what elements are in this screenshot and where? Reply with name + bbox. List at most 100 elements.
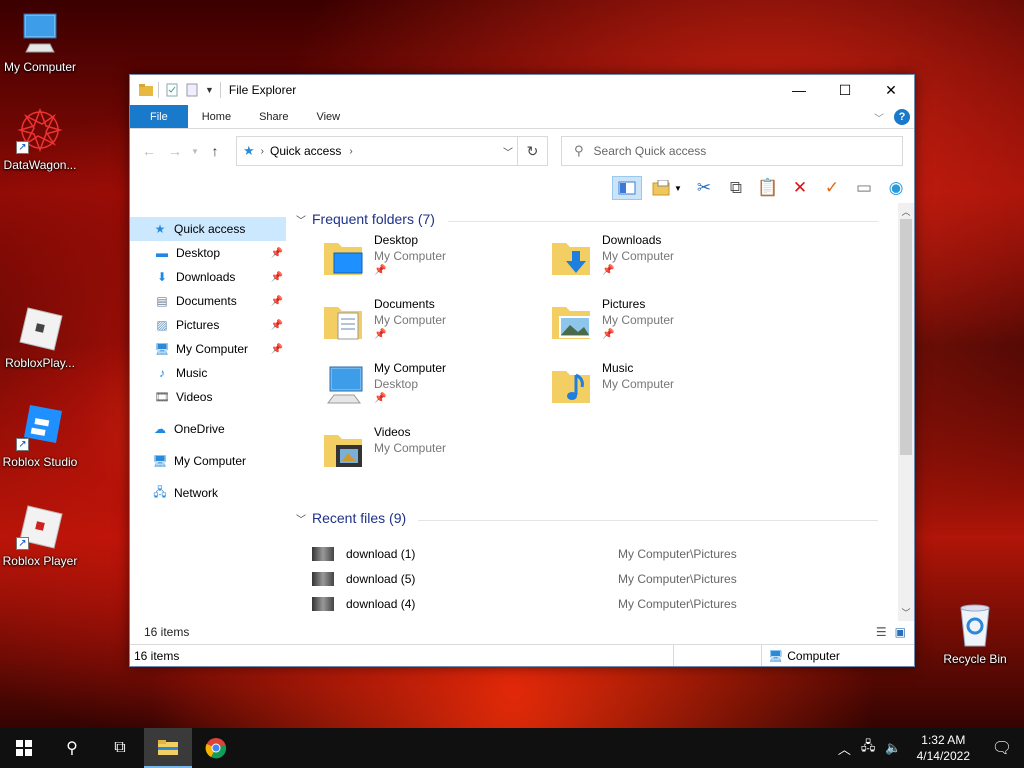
nav-label: Downloads bbox=[176, 270, 236, 284]
folder-tile-desktop[interactable]: Desktop My Computer 📌 bbox=[322, 233, 542, 293]
check-icon[interactable]: ✓ bbox=[820, 176, 844, 200]
cut-icon[interactable]: ✂ bbox=[692, 176, 716, 200]
search-icon: ⚲ bbox=[66, 740, 78, 757]
tab-file[interactable]: File bbox=[130, 105, 188, 128]
desktop-icon-datawagon[interactable]: ↗ DataWagon... bbox=[0, 106, 80, 172]
globe-icon[interactable]: ◉ bbox=[884, 176, 908, 200]
folder-location: My Computer bbox=[374, 249, 447, 263]
close-button[interactable]: ✕ bbox=[868, 75, 914, 105]
maximize-button[interactable]: ☐ bbox=[822, 75, 868, 105]
large-icons-view-icon[interactable]: ▣ bbox=[895, 625, 906, 639]
address-bar[interactable]: ★ › Quick access › ﹀ ↻ bbox=[236, 136, 548, 166]
preview-pane-button[interactable] bbox=[612, 176, 642, 200]
network-icon[interactable]: 🖧 bbox=[856, 737, 881, 759]
desktop-icon-label: RobloxPlay... bbox=[5, 356, 75, 370]
properties-icon[interactable] bbox=[165, 83, 179, 97]
quick-access-toolbar: ▼ bbox=[130, 82, 221, 98]
folder-tile-downloads[interactable]: Downloads My Computer 📌 bbox=[550, 233, 770, 293]
folder-tile-pictures[interactable]: Pictures My Computer 📌 bbox=[550, 297, 770, 357]
recent-files-header[interactable]: ﹀ Recent files (9) bbox=[296, 510, 406, 526]
nav-quick-access[interactable]: ★ Quick access bbox=[130, 217, 286, 241]
nav-videos[interactable]: 🎞 Videos bbox=[130, 385, 287, 409]
nav-pictures[interactable]: ▨ Pictures 📌 bbox=[130, 313, 287, 337]
tab-view[interactable]: View bbox=[302, 105, 354, 128]
collapse-chevron-icon: ﹀ bbox=[296, 514, 306, 526]
nav-label: Documents bbox=[176, 294, 237, 308]
nav-documents[interactable]: ▤ Documents 📌 bbox=[130, 289, 287, 313]
pin-icon: 📌 bbox=[374, 393, 387, 404]
datawagon-icon: ↗ bbox=[16, 106, 64, 154]
rename-icon[interactable]: ▭ bbox=[852, 176, 876, 200]
search-button[interactable]: ⚲ bbox=[48, 728, 96, 768]
vertical-scrollbar[interactable]: ︿ ﹀ bbox=[898, 203, 914, 621]
documents-icon: ▤ bbox=[156, 294, 168, 308]
computer-icon: 🖥 bbox=[768, 648, 784, 663]
nav-my-computer[interactable]: 🖥 My Computer bbox=[130, 449, 287, 473]
section-title: Frequent folders (7) bbox=[312, 211, 435, 227]
explorer-body: ★ Quick access ▬ Desktop 📌 ⬇ Downloads 📌… bbox=[130, 203, 914, 641]
folder-tile-my-computer[interactable]: My Computer Desktop 📌 bbox=[322, 361, 542, 421]
nav-downloads[interactable]: ⬇ Downloads 📌 bbox=[130, 265, 287, 289]
start-button[interactable] bbox=[0, 728, 48, 768]
search-box[interactable]: ⚲ Search Quick access bbox=[561, 136, 903, 166]
nav-my-computer-pinned[interactable]: 🖥 My Computer 📌 bbox=[130, 337, 287, 361]
search-input[interactable]: Search Quick access bbox=[594, 144, 707, 158]
nav-network[interactable]: 🖧 Network bbox=[130, 481, 287, 505]
details-view-icon[interactable]: ☰ bbox=[876, 625, 887, 639]
nav-music[interactable]: ♪ Music bbox=[130, 361, 287, 385]
clock[interactable]: 1:32 AM 4/14/2022 bbox=[907, 732, 980, 764]
desktop-icon-roblox-player[interactable]: ↗ Roblox Player bbox=[0, 502, 80, 568]
file-explorer-window: ▼ File Explorer — ☐ ✕ File Home Share Vi… bbox=[129, 74, 915, 667]
forward-button[interactable]: → bbox=[162, 143, 188, 159]
desktop-icon-robloxplayer[interactable]: RobloxPlay... bbox=[0, 304, 80, 370]
scroll-down-icon[interactable]: ﹀ bbox=[898, 606, 914, 619]
folder-name: Desktop bbox=[374, 233, 419, 247]
collapse-chevron-icon: ﹀ bbox=[296, 215, 306, 227]
chevron-right-icon[interactable]: › bbox=[349, 146, 352, 157]
delete-icon[interactable]: ✕ bbox=[788, 176, 812, 200]
back-button[interactable]: ← bbox=[136, 143, 162, 159]
title-bar[interactable]: ▼ File Explorer — ☐ ✕ bbox=[130, 75, 914, 105]
desktop-icon-label: Recycle Bin bbox=[943, 652, 1007, 666]
network-icon: 🖧 bbox=[153, 484, 167, 499]
scroll-up-icon[interactable]: ︿ bbox=[898, 205, 914, 218]
task-view-button[interactable]: ⧉ bbox=[96, 728, 144, 768]
help-icon[interactable]: ? bbox=[894, 109, 910, 125]
computer-icon bbox=[16, 8, 64, 56]
copy-icon[interactable]: ⧉ bbox=[724, 176, 748, 200]
nav-onedrive[interactable]: ☁ OneDrive bbox=[130, 417, 287, 441]
notifications-icon[interactable]: 🗨 bbox=[980, 738, 1024, 758]
new-folder-button[interactable]: ▼ bbox=[650, 176, 684, 200]
desktop-icon-recycle-bin[interactable]: Recycle Bin bbox=[935, 600, 1015, 666]
folder-location: My Computer bbox=[374, 441, 447, 455]
frequent-folders-header[interactable]: ﹀ Frequent folders (7) bbox=[296, 211, 435, 227]
recent-file-row[interactable]: download (1) My Computer\Pictures bbox=[312, 543, 752, 565]
new-folder-icon[interactable] bbox=[185, 83, 199, 97]
folder-tile-videos[interactable]: Videos My Computer bbox=[322, 425, 542, 485]
breadcrumb[interactable]: Quick access bbox=[270, 144, 341, 158]
customize-qat-icon[interactable]: ▼ bbox=[205, 85, 214, 95]
recent-locations-button[interactable]: ▼ bbox=[188, 147, 202, 156]
volume-icon[interactable]: 🔈 bbox=[880, 740, 906, 756]
desktop-icon-my-computer[interactable]: My Computer bbox=[0, 8, 80, 74]
folder-tile-music[interactable]: Music My Computer bbox=[550, 361, 770, 421]
divider bbox=[130, 409, 287, 417]
paste-icon[interactable]: 📋 bbox=[756, 176, 780, 200]
up-button[interactable]: ↑ bbox=[202, 143, 228, 159]
scrollbar-thumb[interactable] bbox=[900, 219, 912, 455]
chevron-right-icon: › bbox=[260, 145, 264, 157]
show-hidden-icons-icon[interactable]: ︿ bbox=[833, 739, 856, 758]
desktop-icon-roblox-studio[interactable]: ↗ Roblox Studio bbox=[0, 403, 80, 469]
taskbar-file-explorer[interactable] bbox=[144, 728, 192, 768]
nav-desktop[interactable]: ▬ Desktop 📌 bbox=[130, 241, 287, 265]
recent-file-row[interactable]: download (5) My Computer\Pictures bbox=[312, 568, 752, 590]
refresh-button[interactable]: ↻ bbox=[517, 137, 547, 165]
tab-share[interactable]: Share bbox=[245, 105, 302, 128]
tab-home[interactable]: Home bbox=[188, 105, 245, 128]
minimize-button[interactable]: — bbox=[776, 75, 822, 105]
address-dropdown-icon[interactable]: ﹀ bbox=[503, 144, 513, 159]
taskbar-chrome[interactable] bbox=[192, 728, 240, 768]
expand-ribbon-icon[interactable]: ﹀ bbox=[874, 110, 884, 125]
recent-file-row[interactable]: download (4) My Computer\Pictures bbox=[312, 593, 752, 615]
folder-tile-documents[interactable]: Documents My Computer 📌 bbox=[322, 297, 542, 357]
